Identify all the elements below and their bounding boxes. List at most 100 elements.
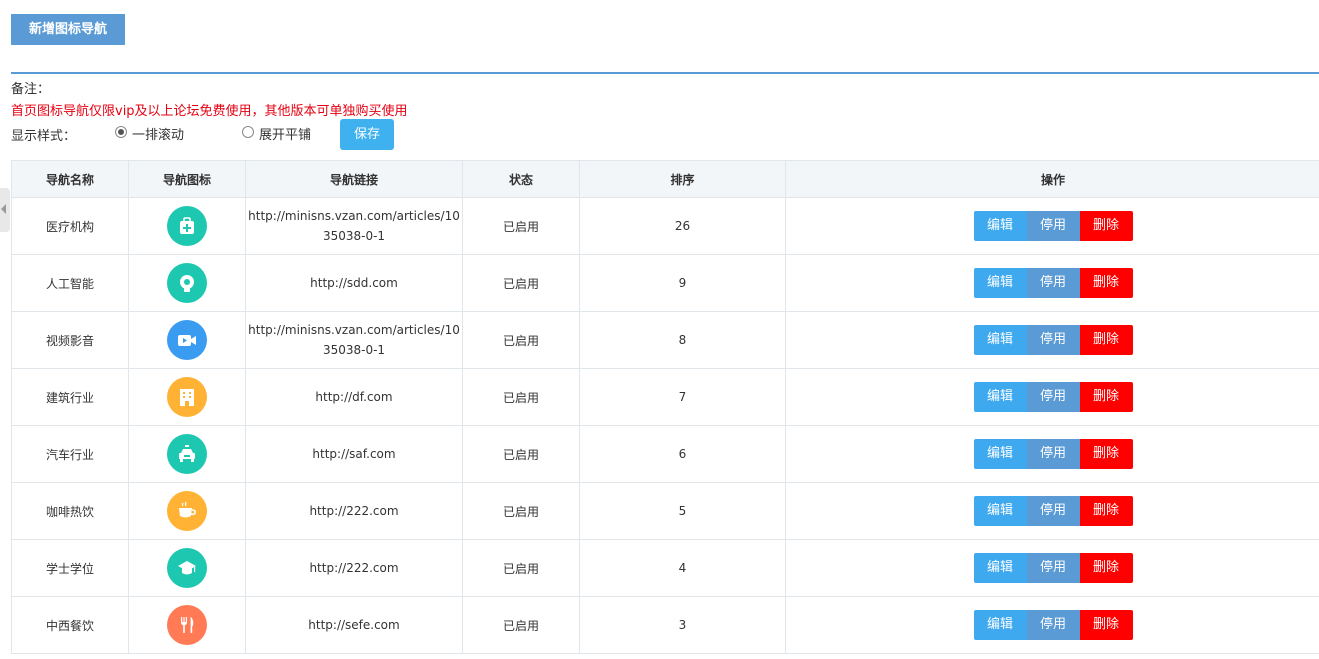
delete-button[interactable]: 删除 bbox=[1079, 610, 1133, 640]
disable-button[interactable]: 停用 bbox=[1026, 268, 1080, 298]
row-actions: 编辑 停用 删除 bbox=[785, 425, 1319, 483]
header-status: 状态 bbox=[462, 160, 580, 198]
header-order: 排序 bbox=[579, 160, 786, 198]
row-status: 已启用 bbox=[462, 482, 580, 540]
display-style-row: 显示样式： 一排滚动 展开平铺 保存 bbox=[11, 119, 431, 150]
row-link: http://minisns.vzan.com/articles/1035038… bbox=[245, 311, 463, 369]
row-actions: 编辑 停用 删除 bbox=[785, 311, 1319, 369]
disable-button[interactable]: 停用 bbox=[1026, 382, 1080, 412]
row-name: 视频影音 bbox=[11, 311, 129, 369]
row-link: http://222.com bbox=[245, 482, 463, 540]
radio-expand-tile-label[interactable]: 展开平铺 bbox=[259, 124, 311, 143]
row-actions: 编辑 停用 删除 bbox=[785, 368, 1319, 426]
disable-button[interactable]: 停用 bbox=[1026, 496, 1080, 526]
disable-button[interactable]: 停用 bbox=[1026, 610, 1080, 640]
edit-button[interactable]: 编辑 bbox=[973, 553, 1027, 583]
row-name: 建筑行业 bbox=[11, 368, 129, 426]
edit-button[interactable]: 编辑 bbox=[973, 382, 1027, 412]
delete-button[interactable]: 删除 bbox=[1079, 325, 1133, 355]
notes-warning: 首页图标导航仅限vip及以上论坛免费使用，其他版本可单独购买使用 bbox=[11, 104, 408, 119]
medical-kit-icon bbox=[167, 206, 207, 246]
row-icon-cell bbox=[128, 197, 246, 255]
row-name: 咖啡热饮 bbox=[11, 482, 129, 540]
row-order: 5 bbox=[579, 482, 786, 540]
display-style-label: 显示样式： bbox=[11, 129, 77, 144]
row-order: 7 bbox=[579, 368, 786, 426]
collapse-sidebar-handle[interactable] bbox=[0, 188, 10, 232]
row-status: 已启用 bbox=[462, 596, 580, 654]
row-order: 3 bbox=[579, 596, 786, 654]
table-row: 汽车行业 http://saf.com 已启用 6 编辑 停用 删除 bbox=[11, 425, 1319, 483]
row-icon-cell bbox=[128, 254, 246, 312]
table-row: 人工智能 http://sdd.com 已启用 9 编辑 停用 删除 bbox=[11, 254, 1319, 312]
disable-button[interactable]: 停用 bbox=[1026, 325, 1080, 355]
coffee-cup-icon bbox=[167, 491, 207, 531]
row-icon-cell bbox=[128, 368, 246, 426]
add-icon-nav-button[interactable]: 新增图标导航 bbox=[11, 14, 125, 45]
table-row: 中西餐饮 http://sefe.com 已启用 3 编辑 停用 删除 bbox=[11, 596, 1319, 654]
row-icon-cell bbox=[128, 596, 246, 654]
header-link: 导航链接 bbox=[245, 160, 463, 198]
table-row: 咖啡热饮 http://222.com 已启用 5 编辑 停用 删除 bbox=[11, 482, 1319, 540]
row-link: http://df.com bbox=[245, 368, 463, 426]
graduation-cap-icon bbox=[167, 548, 207, 588]
robot-icon bbox=[167, 263, 207, 303]
delete-button[interactable]: 删除 bbox=[1079, 268, 1133, 298]
row-icon-cell bbox=[128, 425, 246, 483]
row-status: 已启用 bbox=[462, 254, 580, 312]
row-status: 已启用 bbox=[462, 311, 580, 369]
disable-button[interactable]: 停用 bbox=[1026, 439, 1080, 469]
radio-scroll-row[interactable] bbox=[115, 126, 127, 138]
row-name: 学士学位 bbox=[11, 539, 129, 597]
car-icon bbox=[167, 434, 207, 474]
delete-button[interactable]: 删除 bbox=[1079, 439, 1133, 469]
edit-button[interactable]: 编辑 bbox=[973, 211, 1027, 241]
header-name: 导航名称 bbox=[11, 160, 129, 198]
row-link: http://222.com bbox=[245, 539, 463, 597]
row-icon-cell bbox=[128, 311, 246, 369]
row-icon-cell bbox=[128, 482, 246, 540]
row-name: 人工智能 bbox=[11, 254, 129, 312]
edit-button[interactable]: 编辑 bbox=[973, 268, 1027, 298]
row-link: http://sdd.com bbox=[245, 254, 463, 312]
row-actions: 编辑 停用 删除 bbox=[785, 482, 1319, 540]
table-body: 医疗机构 http://minisns.vzan.com/articles/103… bbox=[11, 197, 1319, 654]
delete-button[interactable]: 删除 bbox=[1079, 211, 1133, 241]
delete-button[interactable]: 删除 bbox=[1079, 553, 1133, 583]
row-actions: 编辑 停用 删除 bbox=[785, 197, 1319, 255]
radio-expand-tile[interactable] bbox=[242, 126, 254, 138]
header-actions: 操作 bbox=[785, 160, 1319, 198]
row-name: 中西餐饮 bbox=[11, 596, 129, 654]
row-order: 6 bbox=[579, 425, 786, 483]
row-name: 医疗机构 bbox=[11, 197, 129, 255]
row-actions: 编辑 停用 删除 bbox=[785, 539, 1319, 597]
row-link: http://saf.com bbox=[245, 425, 463, 483]
row-order: 8 bbox=[579, 311, 786, 369]
radio-scroll-row-label[interactable]: 一排滚动 bbox=[132, 124, 184, 143]
delete-button[interactable]: 删除 bbox=[1079, 496, 1133, 526]
table-row: 建筑行业 http://df.com 已启用 7 编辑 停用 删除 bbox=[11, 368, 1319, 426]
fork-knife-icon bbox=[167, 605, 207, 645]
delete-button[interactable]: 删除 bbox=[1079, 382, 1133, 412]
row-link: http://sefe.com bbox=[245, 596, 463, 654]
row-link: http://minisns.vzan.com/articles/1035038… bbox=[245, 197, 463, 255]
header-icon: 导航图标 bbox=[128, 160, 246, 198]
row-actions: 编辑 停用 删除 bbox=[785, 596, 1319, 654]
edit-button[interactable]: 编辑 bbox=[973, 610, 1027, 640]
row-status: 已启用 bbox=[462, 425, 580, 483]
table-row: 医疗机构 http://minisns.vzan.com/articles/103… bbox=[11, 197, 1319, 255]
disable-button[interactable]: 停用 bbox=[1026, 211, 1080, 241]
icon-nav-table: 导航名称 导航图标 导航链接 状态 排序 操作 医疗机构 http://minis… bbox=[11, 160, 1319, 654]
table-row: 学士学位 http://222.com 已启用 4 编辑 停用 删除 bbox=[11, 539, 1319, 597]
disable-button[interactable]: 停用 bbox=[1026, 553, 1080, 583]
row-status: 已启用 bbox=[462, 197, 580, 255]
save-button[interactable]: 保存 bbox=[340, 119, 394, 150]
icon-nav-admin-page: 新增图标导航 备注： 首页图标导航仅限vip及以上论坛免费使用，其他版本可单独购… bbox=[0, 0, 1319, 659]
edit-button[interactable]: 编辑 bbox=[973, 439, 1027, 469]
row-actions: 编辑 停用 删除 bbox=[785, 254, 1319, 312]
notes-label: 备注： bbox=[11, 82, 51, 97]
edit-button[interactable]: 编辑 bbox=[973, 325, 1027, 355]
video-camera-icon bbox=[167, 320, 207, 360]
table-row: 视频影音 http://minisns.vzan.com/articles/103… bbox=[11, 311, 1319, 369]
edit-button[interactable]: 编辑 bbox=[973, 496, 1027, 526]
